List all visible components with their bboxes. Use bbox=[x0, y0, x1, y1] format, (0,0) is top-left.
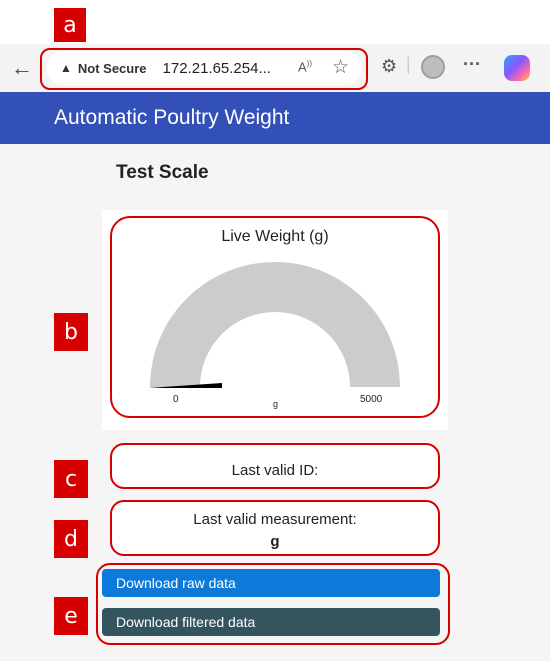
annotation-label-e: e bbox=[54, 597, 88, 635]
last-measurement-label: Last valid measurement: bbox=[193, 511, 357, 528]
annotation-label-c: c bbox=[54, 460, 88, 498]
page-heading: Test Scale bbox=[116, 162, 209, 183]
app-title: Automatic Poultry Weight bbox=[54, 106, 290, 129]
copilot-icon[interactable] bbox=[504, 55, 530, 81]
annotation-box-b bbox=[110, 216, 440, 418]
last-measurement-value: g bbox=[270, 533, 280, 550]
toolbar-divider: | bbox=[406, 54, 411, 74]
profile-avatar-icon[interactable] bbox=[421, 55, 445, 79]
app-title-bar: Automatic Poultry Weight bbox=[0, 92, 550, 144]
more-options-icon[interactable]: ··· bbox=[463, 54, 481, 75]
back-arrow-icon[interactable]: ← bbox=[8, 54, 36, 82]
last-id-label: Last valid ID: bbox=[231, 462, 319, 479]
download-raw-button[interactable]: Download raw data bbox=[102, 569, 440, 597]
annotation-label-d: d bbox=[54, 520, 88, 558]
annotation-label-b: b bbox=[54, 313, 88, 351]
annotation-label-a: a bbox=[54, 8, 86, 42]
extensions-icon[interactable]: ⚙ bbox=[381, 56, 397, 77]
annotation-box-a bbox=[40, 48, 368, 90]
download-filtered-button[interactable]: Download filtered data bbox=[102, 608, 440, 636]
